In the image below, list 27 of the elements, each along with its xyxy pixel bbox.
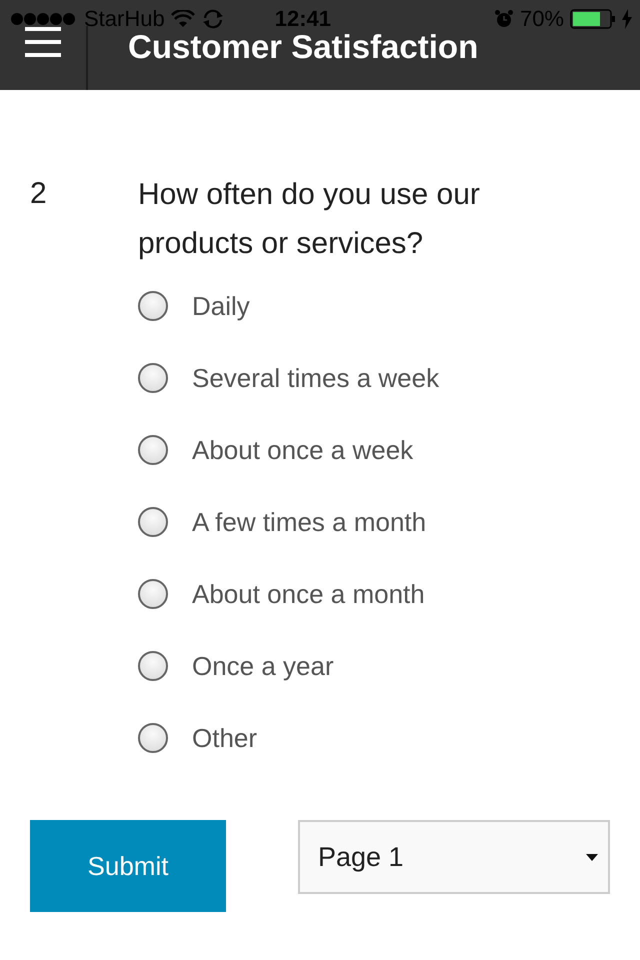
radio-button[interactable] <box>138 291 168 321</box>
radio-button[interactable] <box>138 507 168 537</box>
charging-icon <box>622 9 632 29</box>
battery-icon <box>570 9 616 29</box>
caret-icon <box>586 854 598 860</box>
radio-button[interactable] <box>138 363 168 393</box>
option-label: Daily <box>192 290 250 322</box>
page-dropdown[interactable]: Page 1 <box>298 820 610 894</box>
question-text: How often do you use our products or services? <box>138 177 481 262</box>
option-label: Once a year <box>192 650 334 682</box>
radio-button[interactable] <box>138 651 168 681</box>
alarm-icon <box>494 9 514 29</box>
wifi-icon <box>170 10 195 28</box>
menu-icon <box>25 26 61 58</box>
option-label: Several times a week <box>192 362 440 394</box>
option-label: Other <box>192 722 258 754</box>
signal-icon <box>10 12 76 26</box>
option-label: About once a week <box>192 434 414 466</box>
radio-button[interactable] <box>138 579 168 609</box>
question-number: 2 <box>29 176 48 212</box>
page-title: Customer Satisfaction <box>128 30 478 63</box>
option-label: A few times a month <box>192 506 426 538</box>
sync-icon <box>200 9 225 29</box>
radio-button[interactable] <box>138 435 168 465</box>
radio-button[interactable] <box>138 723 168 753</box>
submit-button[interactable]: Submit <box>30 820 226 912</box>
option-label: About once a month <box>192 578 425 610</box>
